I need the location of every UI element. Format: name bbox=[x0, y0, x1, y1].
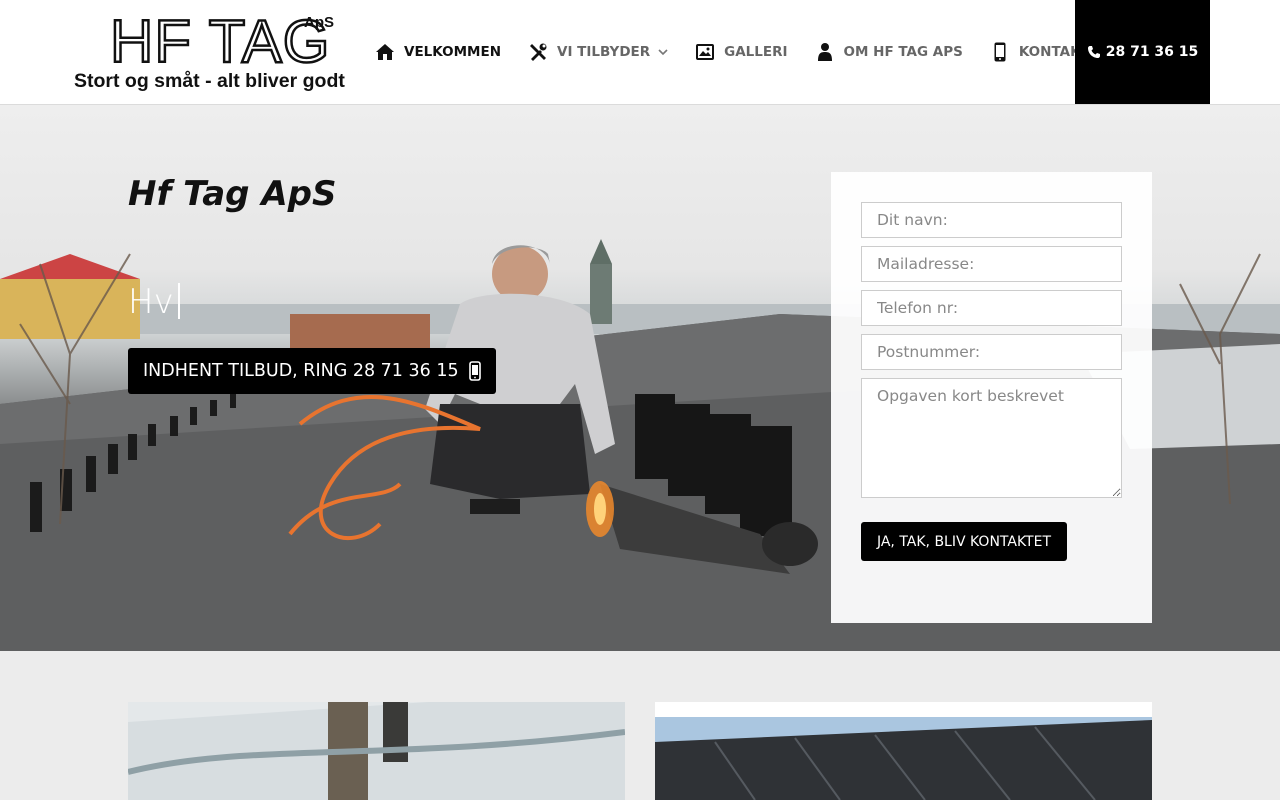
typing-caret bbox=[177, 283, 180, 319]
message-field[interactable] bbox=[861, 378, 1122, 498]
person-icon bbox=[814, 41, 836, 63]
hero-section: Hf Tag ApS Hv INDHENT TILBUD, RING 28 71… bbox=[0, 104, 1280, 651]
tools-icon bbox=[527, 41, 549, 63]
call-for-quote-button[interactable]: INDHENT TILBUD, RING 28 71 36 15 bbox=[128, 348, 496, 394]
logo[interactable]: HF TAG ApS Stort og småt - alt bliver go… bbox=[74, 8, 345, 94]
nav-item-label: Velkommen bbox=[404, 44, 501, 60]
phone-field[interactable] bbox=[861, 290, 1122, 326]
metal-roof-photo bbox=[655, 702, 1152, 800]
logo-suffix: ApS bbox=[304, 14, 334, 31]
mobile-icon bbox=[989, 41, 1011, 63]
nav-item-label: Om HF Tag ApS bbox=[843, 44, 963, 60]
gallery-icon bbox=[694, 41, 716, 63]
hero-typed-text: Hv bbox=[128, 282, 180, 322]
nav-item-label: Galleri bbox=[724, 44, 788, 60]
cta-label: INDHENT TILBUD, RING 28 71 36 15 bbox=[143, 361, 459, 381]
hero-title: Hf Tag ApS bbox=[128, 174, 337, 214]
logo-tagline: Stort og småt - alt bliver godt bbox=[74, 70, 345, 92]
nav-item-galleri[interactable]: Galleri bbox=[694, 41, 788, 63]
roofing-photo bbox=[128, 702, 625, 800]
zip-field[interactable] bbox=[861, 334, 1122, 370]
service-card-image[interactable] bbox=[128, 702, 625, 800]
main-nav: Velkommen Vi tilbyder Galleri Om HF Tag … bbox=[374, 0, 1116, 104]
header-phone-button[interactable]: 28 71 36 15 bbox=[1075, 0, 1210, 104]
chevron-down-icon bbox=[658, 47, 668, 57]
typed-text: Hv bbox=[128, 282, 174, 322]
mobile-icon bbox=[468, 361, 481, 381]
name-field[interactable] bbox=[861, 202, 1122, 238]
nav-item-velkommen[interactable]: Velkommen bbox=[374, 41, 501, 63]
phone-icon bbox=[1087, 45, 1101, 59]
submit-button[interactable]: JA, TAK, BLIV KONTAKTET bbox=[861, 522, 1067, 561]
home-icon bbox=[374, 41, 396, 63]
logo-main-text: HF TAG bbox=[109, 8, 331, 75]
header-phone-number: 28 71 36 15 bbox=[1105, 44, 1199, 60]
email-field[interactable] bbox=[861, 246, 1122, 282]
service-card-image[interactable] bbox=[655, 702, 1152, 800]
nav-item-label: Vi tilbyder bbox=[557, 44, 651, 60]
nav-item-vi-tilbyder[interactable]: Vi tilbyder bbox=[527, 41, 668, 63]
site-header: HF TAG ApS Stort og småt - alt bliver go… bbox=[0, 0, 1280, 104]
nav-item-om-hf-tag[interactable]: Om HF Tag ApS bbox=[814, 41, 963, 63]
contact-form: JA, TAK, BLIV KONTAKTET bbox=[831, 172, 1152, 623]
